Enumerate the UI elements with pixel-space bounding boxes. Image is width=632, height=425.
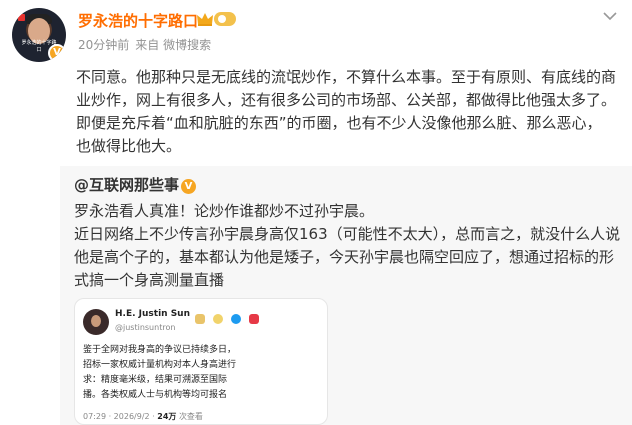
vip-badge-icon: V [48, 44, 66, 62]
smile-badge-icon [213, 313, 224, 324]
member-level-badge [214, 12, 236, 26]
avatar[interactable]: 罗永浩的十字路口 V [12, 8, 66, 62]
username[interactable]: 罗永浩的十字路口 [78, 10, 198, 31]
embedded-badges [195, 308, 262, 324]
avatar-logo-mark [18, 14, 25, 21]
repost-text-body: 近日网络上不少传言孙宇晨身高仅163（可能性不太大），总而言之，就没什么人说他是… [74, 225, 621, 289]
embedded-handle: @justinsuntron [115, 323, 176, 332]
emoji-badge-icon [195, 313, 205, 324]
post-timestamp[interactable]: 20分钟前 [78, 38, 129, 52]
post-header: 罗永浩的十字路口 V 罗永浩的十字路口 20分钟前 来自 微博搜索 [0, 0, 632, 62]
repost-author[interactable]: @互联网那些事 V [74, 174, 197, 195]
chevron-down-icon[interactable] [602, 10, 618, 22]
post-source: 来自 微博搜索 [135, 38, 212, 52]
vip-badge-icon: V [181, 179, 197, 194]
post-body: 不同意。他那种只是无底线的流氓炒作，不算什么本事。至于有原则、有底线的商业炒作，… [76, 68, 617, 155]
verified-badge-icon [231, 313, 242, 324]
embedded-name: H.E. Justin Sun [115, 309, 190, 319]
embedded-text: 鉴于全网对我身高的争议已持续多日， 招标一家权威计量机构对本人身高进行 求：精度… [83, 345, 237, 400]
repost-text-line: 罗永浩看人真准！论炒作谁都炒不过孙宇晨。 [74, 202, 375, 220]
repost-text: 罗永浩看人真准！论炒作谁都炒不过孙宇晨。 近日网络上不少传言孙宇晨身高仅163（… [74, 200, 622, 292]
flag-badge-icon [249, 313, 260, 324]
repost-card[interactable]: @互联网那些事 V 罗永浩看人真准！论炒作谁都炒不过孙宇晨。 近日网络上不少传言孙… [60, 166, 632, 425]
embedded-footer: 07:29 · 2026/9/2 · 24万 次查看 [83, 412, 203, 421]
embedded-screenshot[interactable]: H.E. Justin Sun @justinsuntron 鉴于全网对我身高的… [74, 298, 328, 425]
embedded-avatar [83, 309, 109, 335]
post-meta: 20分钟前 来自 微博搜索 [78, 36, 211, 53]
crown-icon [197, 13, 213, 26]
